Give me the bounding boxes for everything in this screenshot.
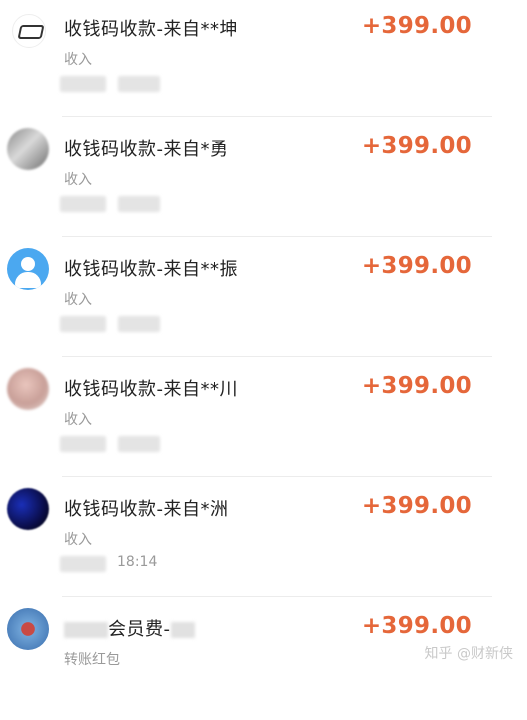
contact-avatar [12,14,46,48]
transaction-time-redacted [60,314,200,336]
transaction-row[interactable]: 收钱码收款-来自**川 收入 +399.00 [0,360,527,480]
redacted-text [170,622,195,638]
transaction-time-redacted [60,434,200,456]
transaction-time-text: 18:14 [117,554,158,570]
transaction-time: 18:14 [60,554,200,576]
contact-avatar [7,488,49,530]
transaction-amount: +399.00 [361,613,472,639]
transaction-time-redacted [60,194,200,216]
row-divider [62,476,492,477]
row-divider [62,236,492,237]
transaction-row[interactable]: 收钱码收款-来自**坤 收入 +399.00 [0,0,527,120]
transaction-amount: +399.00 [361,133,472,159]
transaction-title: 收钱码收款-来自**振 [64,259,238,280]
redacted-text [64,622,108,638]
transaction-amount: +399.00 [361,373,472,399]
transaction-amount: +399.00 [361,253,472,279]
transaction-type: 收入 [64,52,92,68]
transaction-title: 收钱码收款-来自**坤 [64,19,238,40]
contact-avatar [7,368,49,410]
contact-avatar [7,608,49,650]
transaction-row[interactable]: 收钱码收款-来自*勇 收入 +399.00 [0,120,527,240]
transaction-type: 收入 [64,172,92,188]
transaction-row[interactable]: 收钱码收款-来自**振 收入 +399.00 [0,240,527,360]
transaction-amount: +399.00 [361,493,472,519]
transaction-time-redacted [60,74,200,96]
transaction-title: 收钱码收款-来自*勇 [64,139,229,160]
transaction-type: 收入 [64,532,92,548]
transaction-type: 收入 [64,412,92,428]
transaction-title: 收钱码收款-来自**川 [64,379,238,400]
contact-avatar [7,128,49,170]
transaction-title-text: 会员费- [108,619,171,640]
default-user-icon [7,248,49,290]
transaction-type: 转账红包 [64,652,120,668]
row-divider [62,356,492,357]
transaction-type: 收入 [64,292,92,308]
transaction-title: 收钱码收款-来自*洲 [64,499,229,520]
row-divider [62,116,492,117]
transaction-title: 会员费- [64,615,195,641]
row-divider [62,596,492,597]
watermark: 知乎 @财新侠 [424,646,513,662]
transaction-amount: +399.00 [361,13,472,39]
transaction-row[interactable]: 收钱码收款-来自*洲 收入 18:14 +399.00 [0,480,527,600]
